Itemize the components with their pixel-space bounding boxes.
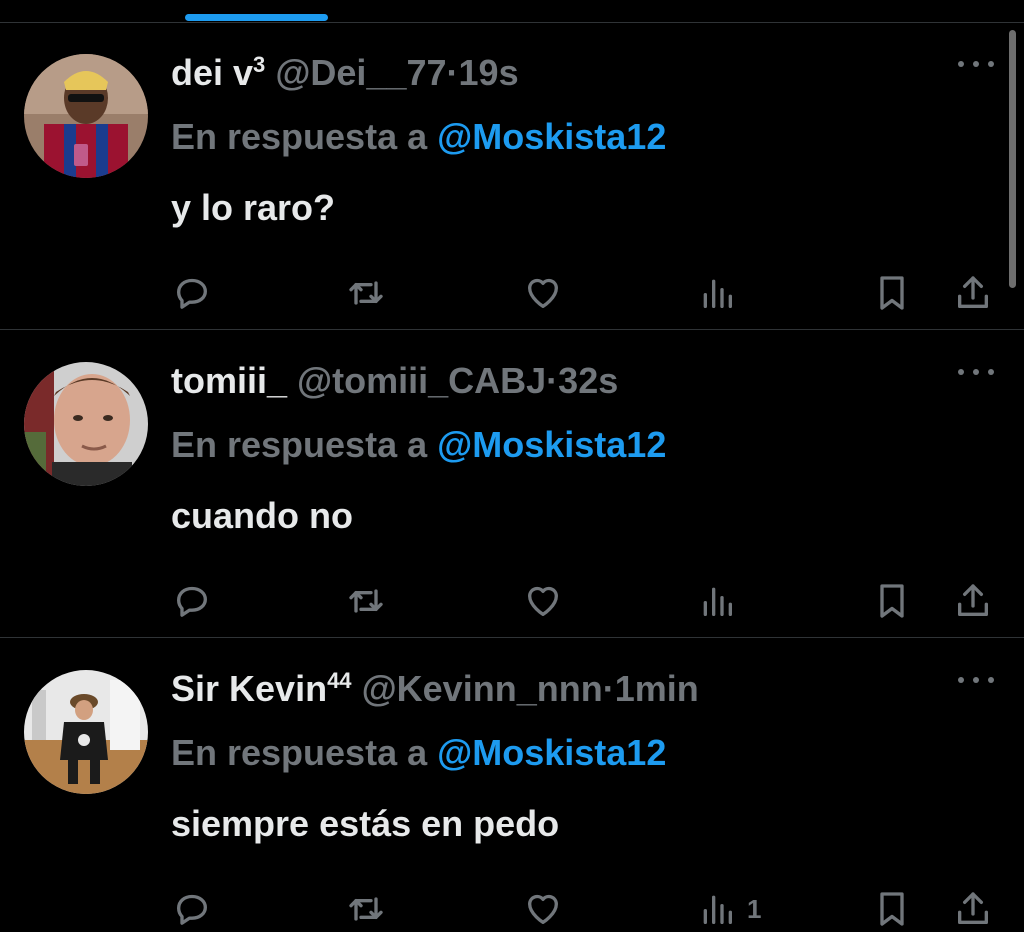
reply-icon (177, 278, 207, 309)
tweet-text: cuando no (171, 495, 353, 536)
views-button[interactable] (697, 273, 747, 313)
like-button[interactable] (523, 273, 563, 313)
separator-dot: · (602, 668, 615, 709)
bookmark-icon (880, 584, 904, 618)
like-icon (528, 894, 558, 924)
views-button[interactable]: 1 (697, 889, 761, 929)
more-options-icon[interactable] (958, 54, 994, 74)
reply-button[interactable] (172, 889, 212, 929)
share-icon (958, 276, 988, 308)
tweet-header: Sir Kevin44 @Kevinn_nnn·1min (171, 667, 699, 711)
name-badge: 44 (327, 668, 352, 693)
retweet-icon (349, 281, 383, 305)
share-button[interactable] (953, 581, 993, 621)
separator-dot: · (446, 52, 459, 93)
user-handle[interactable]: @Kevinn_nnn (362, 668, 603, 709)
tweet-text: y lo raro? (171, 187, 336, 228)
avatar[interactable] (24, 670, 148, 794)
reply-prefix: En respuesta a (171, 116, 428, 157)
like-button[interactable] (523, 889, 563, 929)
views-count: 1 (747, 893, 762, 924)
timestamp[interactable]: 32s (558, 360, 618, 401)
timestamp[interactable]: 19s (459, 52, 519, 93)
bookmark-button[interactable] (872, 889, 912, 929)
tweet-header: dei v3 @Dei__77·19s (171, 51, 519, 95)
bookmark-button[interactable] (872, 581, 912, 621)
user-handle[interactable]: @Dei__77 (275, 52, 446, 93)
retweet-button[interactable] (346, 889, 386, 929)
share-icon (958, 584, 988, 616)
display-name[interactable]: tomiii_ (171, 360, 287, 401)
views-icon (703, 587, 732, 616)
share-button[interactable] (953, 889, 993, 929)
retweet-button[interactable] (346, 581, 386, 621)
reply-icon (177, 586, 207, 617)
timestamp[interactable]: 1min (615, 668, 699, 709)
reply-button[interactable] (172, 273, 212, 313)
reply-prefix: En respuesta a (171, 732, 428, 773)
avatar[interactable] (24, 362, 148, 486)
reply-mention-link[interactable]: @Moskista12 (437, 732, 666, 773)
like-button[interactable] (523, 581, 563, 621)
like-icon (528, 586, 558, 616)
reply-tweet[interactable]: tomiii_ @tomiii_CABJ·32s En respuesta a … (0, 330, 1024, 638)
reply-button[interactable] (172, 581, 212, 621)
views-icon (703, 895, 732, 924)
user-handle[interactable]: @tomiii_CABJ (297, 360, 546, 401)
display-name[interactable]: dei v (171, 52, 253, 93)
avatar[interactable] (24, 54, 148, 178)
like-icon (528, 278, 558, 308)
retweet-icon (349, 897, 383, 921)
name-badge: 3 (253, 52, 266, 77)
reply-tweet[interactable]: Sir Kevin44 @Kevinn_nnn·1min En respuest… (0, 638, 1024, 932)
bookmark-icon (880, 276, 904, 310)
bookmark-button[interactable] (872, 273, 912, 313)
reply-mention-link[interactable]: @Moskista12 (437, 424, 666, 465)
tweet-header: tomiii_ @tomiii_CABJ·32s (171, 359, 618, 403)
more-options-icon[interactable] (958, 670, 994, 690)
more-options-icon[interactable] (958, 362, 994, 382)
views-button[interactable] (697, 581, 747, 621)
bookmark-icon (880, 892, 904, 926)
reply-icon (177, 894, 207, 925)
retweet-button[interactable] (346, 273, 386, 313)
active-tab-indicator (185, 14, 328, 21)
share-icon (958, 892, 988, 924)
reply-tweet[interactable]: dei v3 @Dei__77·19s En respuesta a @Mosk… (0, 22, 1024, 330)
reply-mention-link[interactable]: @Moskista12 (437, 116, 666, 157)
reply-context: En respuesta a @Moskista12 (171, 115, 666, 159)
reply-context: En respuesta a @Moskista12 (171, 731, 666, 775)
reply-context: En respuesta a @Moskista12 (171, 423, 666, 467)
tweet-text: siempre estás en pedo (171, 803, 560, 844)
views-icon (703, 279, 732, 308)
separator-dot: · (546, 360, 559, 401)
display-name[interactable]: Sir Kevin (171, 668, 327, 709)
reply-prefix: En respuesta a (171, 424, 428, 465)
retweet-icon (349, 589, 383, 613)
share-button[interactable] (953, 273, 993, 313)
